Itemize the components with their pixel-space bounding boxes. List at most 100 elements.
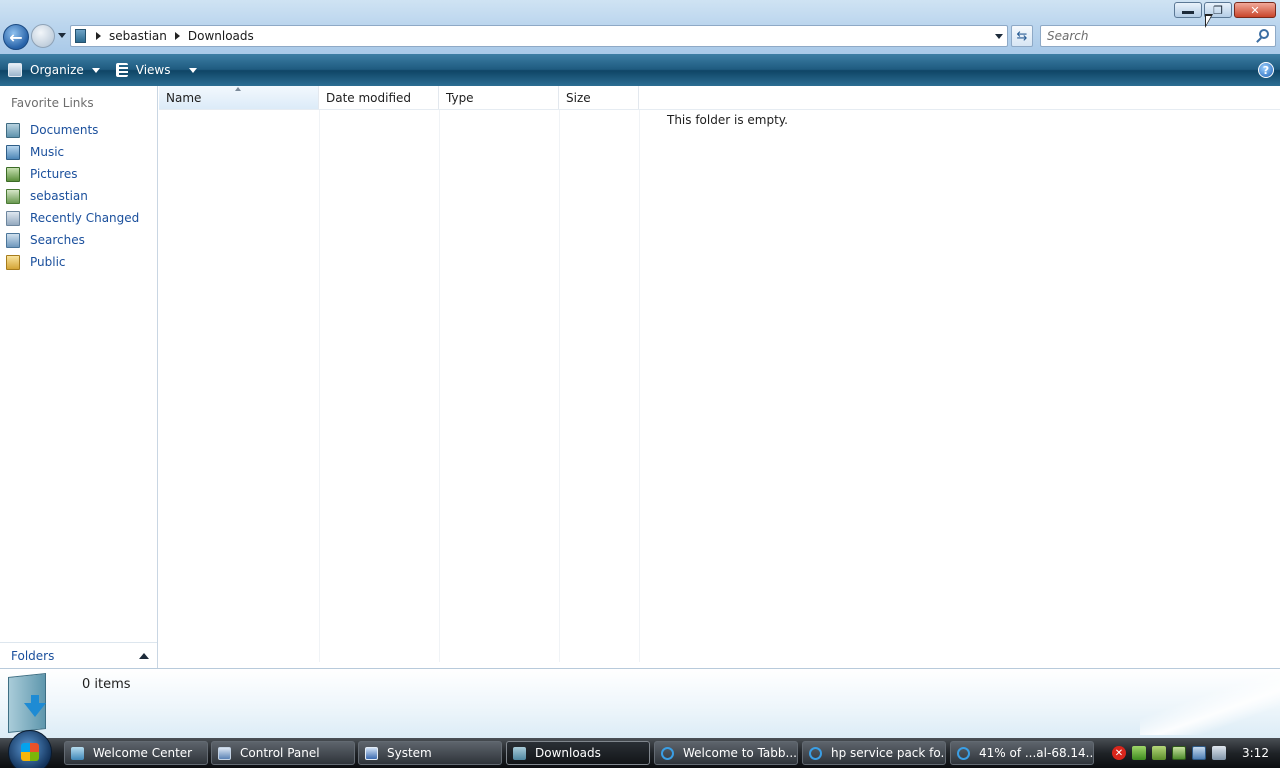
- minimize-button[interactable]: [1174, 2, 1202, 18]
- organize-button[interactable]: Organize: [0, 54, 108, 86]
- address-dropdown-icon[interactable]: [995, 34, 1003, 39]
- clock[interactable]: 3:12: [1242, 746, 1269, 760]
- decorative-swoosh: [1140, 673, 1280, 735]
- tray-app-icon[interactable]: [1132, 746, 1146, 760]
- folder-icon: [513, 746, 526, 760]
- chevron-up-icon: [139, 652, 149, 659]
- help-icon[interactable]: ?: [1258, 62, 1274, 78]
- favorite-link-public[interactable]: Public: [6, 251, 139, 273]
- back-button[interactable]: ←: [3, 24, 29, 50]
- favorite-link-documents[interactable]: Documents: [6, 119, 139, 141]
- column-header-date-modified[interactable]: Date modified: [319, 86, 439, 109]
- taskbar-button-label: 41% of ...al-68.14....: [979, 746, 1094, 760]
- column-divider: [639, 110, 640, 662]
- favorite-link-label: Documents: [30, 123, 99, 137]
- favorite-links-list: Documents Music Pictures sebastian Recen…: [6, 119, 139, 273]
- internet-explorer-icon: [957, 746, 970, 760]
- taskbar: Welcome Center Control Panel System Down…: [0, 730, 1280, 768]
- folders-toggle[interactable]: Folders: [0, 642, 157, 668]
- taskbar-button-download-progress[interactable]: 41% of ...al-68.14....: [950, 741, 1094, 765]
- favorite-link-pictures[interactable]: Pictures: [6, 163, 139, 185]
- column-header-size[interactable]: Size: [559, 86, 639, 109]
- tray-app-icon[interactable]: [1172, 746, 1186, 760]
- breadcrumb-item-downloads[interactable]: Downloads: [188, 29, 254, 43]
- items-count: 0 items: [82, 677, 131, 692]
- address-bar[interactable]: sebastian Downloads: [70, 25, 1008, 47]
- title-bar: ❐ ✕ ← sebastian Downloads ⇆: [0, 0, 1280, 54]
- favorite-link-searches[interactable]: Searches: [6, 229, 139, 251]
- column-header-label: Size: [566, 90, 591, 105]
- column-header-label: Date modified: [326, 90, 412, 105]
- sort-ascending-icon: [235, 87, 241, 91]
- folder-location-icon: [75, 29, 86, 43]
- organize-label: Organize: [30, 63, 84, 77]
- user-folder-icon: [6, 188, 20, 204]
- taskbar-button-downloads[interactable]: Downloads: [506, 741, 650, 765]
- window-controls: ❐ ✕: [1174, 2, 1276, 18]
- close-button[interactable]: ✕: [1234, 2, 1276, 18]
- taskbar-button-system[interactable]: System: [358, 741, 502, 765]
- pictures-icon: [6, 166, 20, 182]
- download-arrow-icon: [24, 703, 46, 717]
- tray-app-icon[interactable]: [1152, 746, 1166, 760]
- search-input[interactable]: [1041, 26, 1241, 46]
- views-label: Views: [135, 63, 171, 77]
- favorite-link-recently-changed[interactable]: Recently Changed: [6, 207, 139, 229]
- searches-icon: [6, 232, 20, 248]
- breadcrumb-separator-icon[interactable]: [174, 32, 180, 40]
- views-button[interactable]: Views: [108, 54, 205, 86]
- column-divider: [559, 110, 560, 662]
- refresh-icon: ⇆: [1016, 28, 1028, 44]
- close-icon: ✕: [1250, 3, 1260, 17]
- minimize-icon: [1175, 3, 1201, 17]
- column-header-label: Name: [166, 90, 202, 105]
- public-folder-icon: [6, 254, 20, 270]
- taskbar-button-label: Control Panel: [240, 746, 320, 760]
- favorite-link-label: Public: [30, 255, 66, 269]
- security-alert-icon[interactable]: ✕: [1112, 746, 1126, 760]
- taskbar-button-label: Downloads: [535, 746, 601, 760]
- taskbar-button-control-panel[interactable]: Control Panel: [211, 741, 355, 765]
- network-icon[interactable]: [1192, 746, 1206, 760]
- column-divider: [439, 110, 440, 662]
- views-icon: [115, 63, 128, 77]
- column-header-type[interactable]: Type: [439, 86, 559, 109]
- volume-icon[interactable]: [1212, 746, 1226, 760]
- details-pane: 0 items: [0, 668, 1280, 738]
- breadcrumb-separator-icon[interactable]: [96, 32, 101, 40]
- taskbar-button-welcome-to-tabb[interactable]: Welcome to Tabb...: [654, 741, 798, 765]
- music-icon: [6, 144, 20, 160]
- file-list[interactable]: Name Date modified Type Size This folder…: [159, 86, 1280, 668]
- taskbar-button-hp-service-pack[interactable]: hp service pack fo...: [802, 741, 946, 765]
- back-arrow-icon: ←: [9, 27, 23, 47]
- favorite-link-sebastian[interactable]: sebastian: [6, 185, 139, 207]
- search-icon[interactable]: [1259, 29, 1269, 39]
- taskbar-button-label: Welcome to Tabb...: [683, 746, 797, 760]
- navigation-pane: Favorite Links Documents Music Pictures …: [0, 86, 158, 668]
- recent-pages-dropdown[interactable]: [58, 33, 66, 38]
- chevron-down-icon[interactable]: [188, 67, 197, 73]
- favorite-links-heading: Favorite Links: [11, 96, 94, 110]
- breadcrumb-item-sebastian[interactable]: sebastian: [109, 29, 167, 43]
- search-box[interactable]: [1040, 25, 1276, 47]
- refresh-button[interactable]: ⇆: [1011, 25, 1033, 47]
- taskbar-button-welcome-center[interactable]: Welcome Center: [64, 741, 208, 765]
- system-icon: [365, 746, 378, 760]
- header-divider: [159, 109, 1280, 110]
- start-button[interactable]: [8, 730, 52, 768]
- folders-label: Folders: [11, 648, 55, 663]
- favorite-link-music[interactable]: Music: [6, 141, 139, 163]
- favorite-link-label: Recently Changed: [30, 211, 140, 225]
- empty-folder-message: This folder is empty.: [667, 113, 788, 127]
- favorite-link-label: Music: [30, 145, 65, 159]
- column-header-label: Type: [446, 90, 474, 105]
- organize-icon: [8, 63, 22, 77]
- taskbar-button-label: System: [387, 746, 432, 760]
- command-bar: Organize Views: [0, 54, 1280, 86]
- forward-button[interactable]: [31, 24, 55, 48]
- favorite-link-label: Pictures: [30, 167, 78, 181]
- taskbar-button-label: hp service pack fo...: [831, 746, 946, 760]
- favorite-link-label: sebastian: [30, 189, 88, 203]
- recently-changed-icon: [6, 210, 20, 226]
- column-header-name[interactable]: Name: [159, 86, 319, 109]
